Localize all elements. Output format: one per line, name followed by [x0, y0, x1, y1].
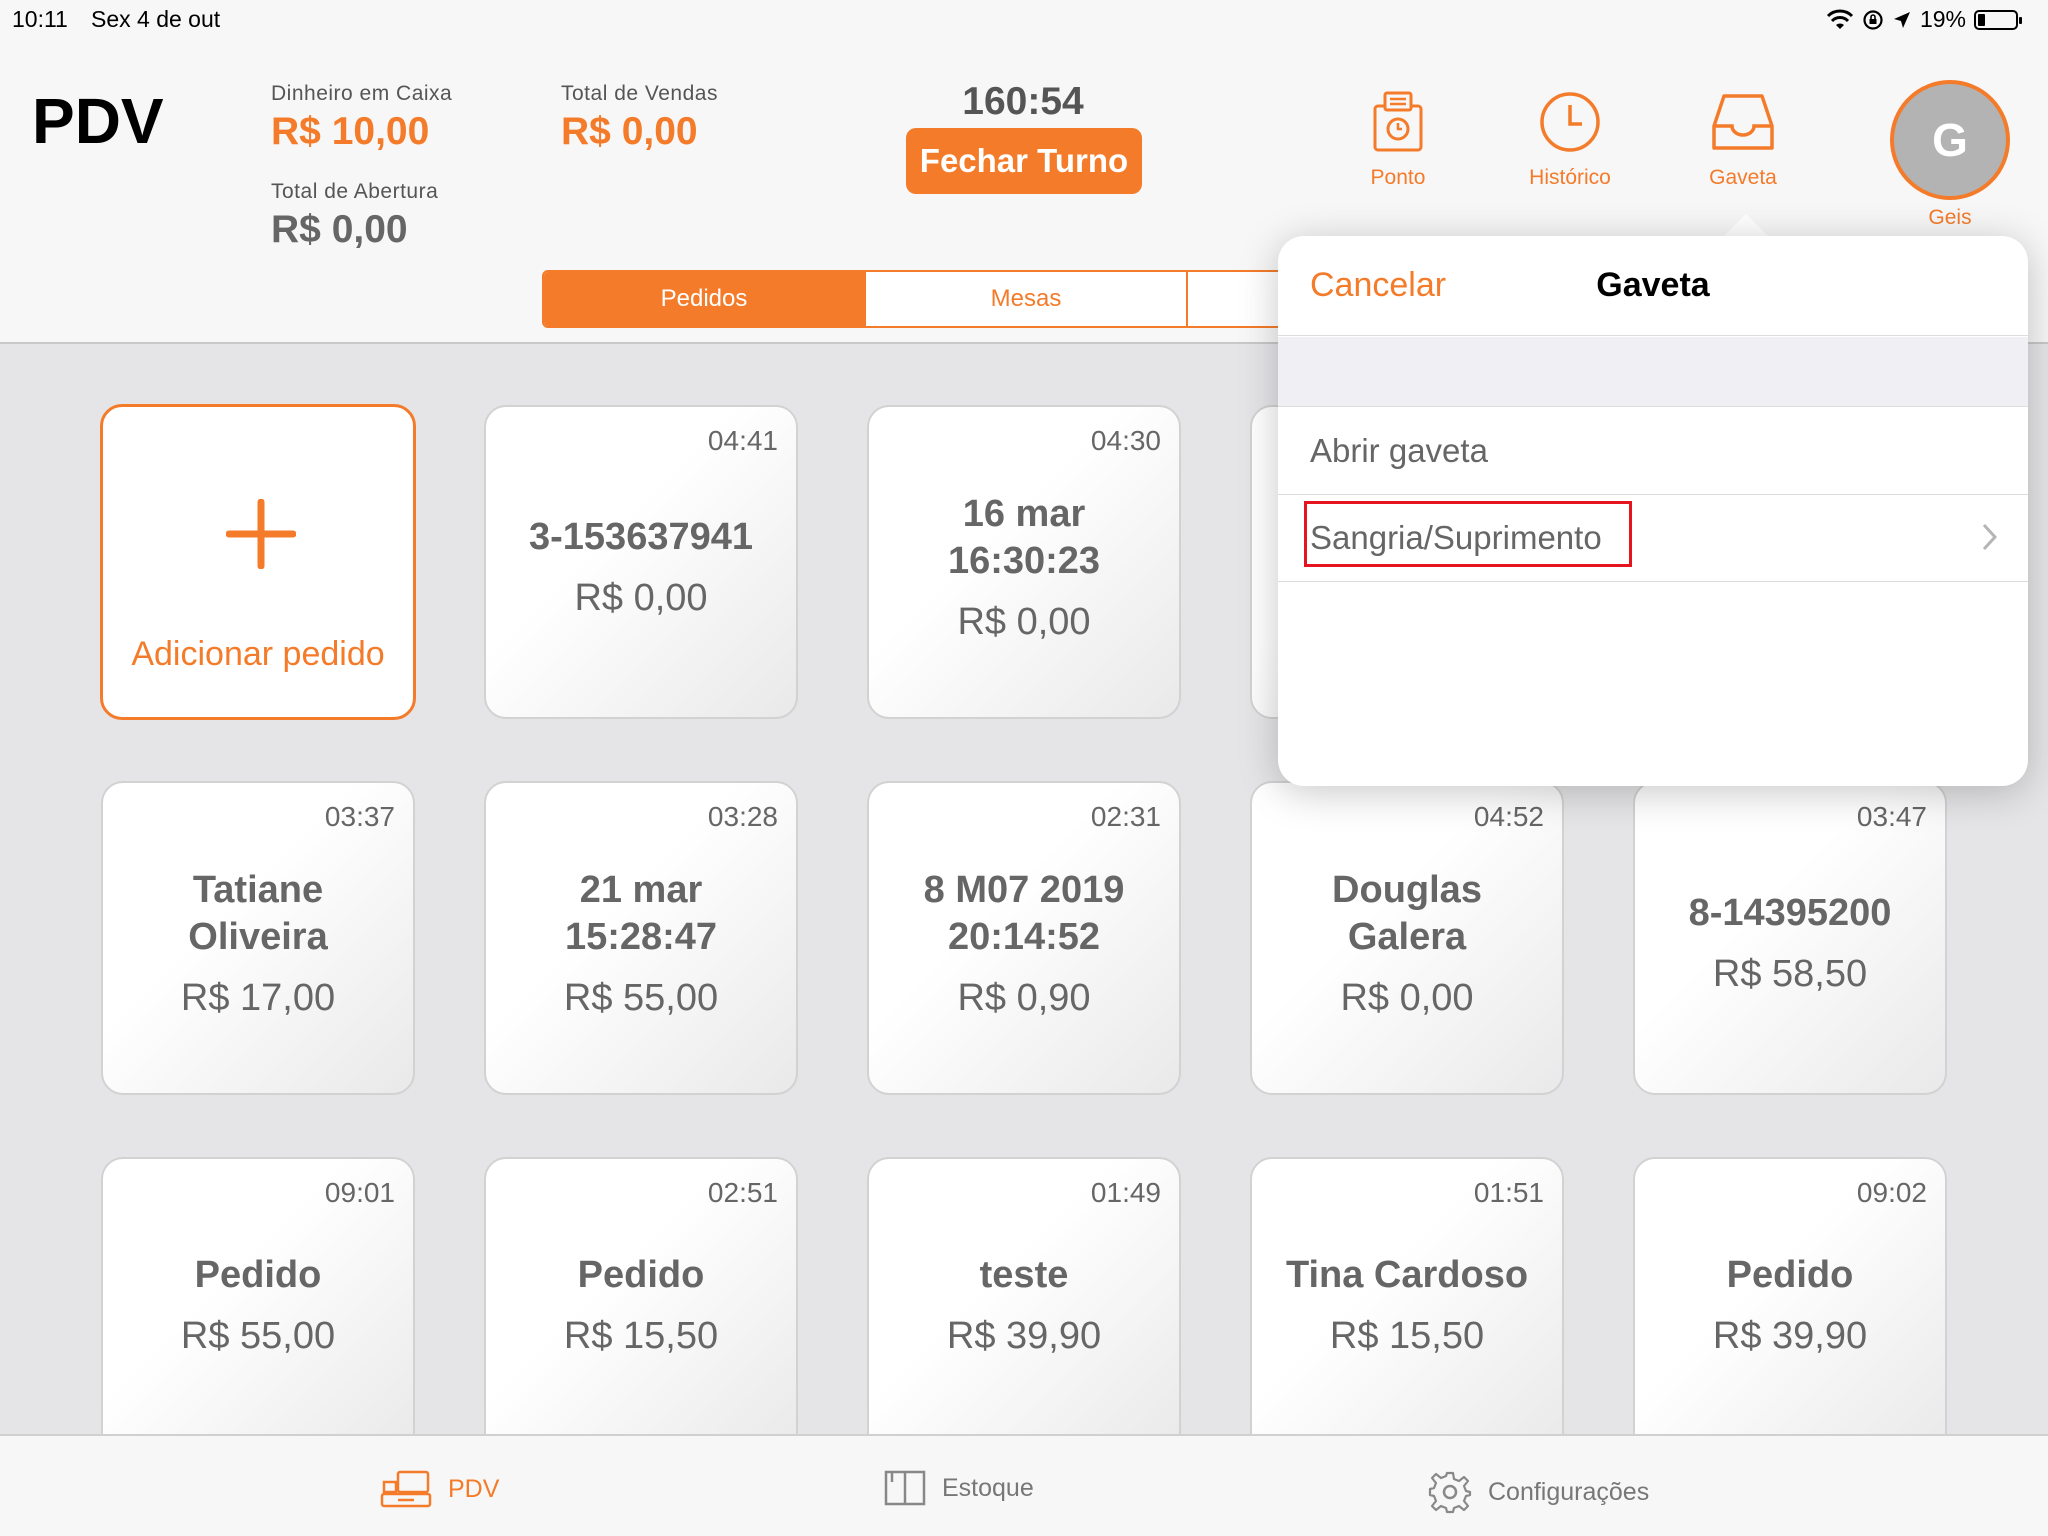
- order-card[interactable]: 09:02 Pedido R$ 39,90: [1633, 1157, 1947, 1457]
- order-card[interactable]: 04:52 Douglas Galera R$ 0,00: [1250, 781, 1564, 1095]
- cash-movement-row[interactable]: Sangria/Suprimento: [1278, 495, 2028, 582]
- timeclock-label: Ponto: [1370, 166, 1426, 189]
- tab-settings-label: Configurações: [1488, 1477, 1650, 1506]
- timeclock-button[interactable]: Ponto: [1318, 90, 1478, 190]
- avatar[interactable]: G: [1890, 80, 2010, 200]
- order-price: R$ 0,00: [957, 600, 1091, 643]
- opening-label: Total de Abertura: [271, 180, 439, 203]
- highlight-box: [1304, 501, 1632, 567]
- drawer-popover: Gaveta Cancelar Abrir gaveta Sangria/Sup…: [1278, 236, 2028, 786]
- order-name: Pedido: [194, 1254, 322, 1296]
- order-price: R$ 58,50: [1712, 953, 1868, 995]
- order-name: 8 M07 2019 20:14:52: [923, 868, 1125, 958]
- add-order-label: Adicionar pedido: [131, 635, 385, 673]
- add-order-card[interactable]: Adicionar pedido: [100, 404, 416, 720]
- status-date: Sex 4 de out: [91, 6, 221, 32]
- rotation-lock-icon: [1863, 9, 1883, 30]
- popover-section-gap: [1278, 337, 2028, 407]
- chevron-right-icon: [1982, 523, 1998, 551]
- tab-orders[interactable]: Pedidos: [544, 272, 866, 326]
- order-card[interactable]: 09:01 Pedido R$ 55,00: [101, 1157, 415, 1457]
- order-name: 8-14395200: [1688, 892, 1892, 934]
- order-price: R$ 55,00: [563, 976, 719, 1019]
- open-drawer-label: Abrir gaveta: [1310, 432, 1488, 469]
- popover-arrow: [1722, 214, 1770, 238]
- tab-bar: PDV Estoque Configurações: [0, 1434, 2048, 1536]
- tab-pdv-label: PDV: [448, 1474, 500, 1503]
- history-button[interactable]: Histórico: [1490, 90, 1650, 190]
- battery-percent: 19%: [1919, 6, 1966, 32]
- clock-icon: [1540, 92, 1600, 152]
- order-price: R$ 39,90: [1712, 1315, 1868, 1357]
- stock-icon: [884, 1470, 926, 1506]
- order-price: R$ 15,50: [1329, 1315, 1485, 1357]
- wifi-icon: [1826, 9, 1854, 29]
- order-price: R$ 0,00: [574, 577, 708, 619]
- order-card[interactable]: 02:31 8 M07 2019 20:14:52 R$ 0,90: [867, 781, 1181, 1095]
- cancel-button[interactable]: Cancelar: [1310, 266, 1446, 305]
- order-price: R$ 39,90: [946, 1315, 1102, 1357]
- order-price: R$ 55,00: [180, 1315, 336, 1357]
- opening-value: R$ 0,00: [271, 208, 408, 251]
- order-card[interactable]: 02:51 Pedido R$ 15,50: [484, 1157, 798, 1457]
- popover-header: Gaveta Cancelar: [1278, 236, 2028, 336]
- order-name: 16 mar 16:30:23: [947, 492, 1101, 582]
- page-title: PDV: [32, 85, 164, 157]
- order-card[interactable]: 04:30 16 mar 16:30:23 R$ 0,00: [867, 405, 1181, 719]
- tab-stock[interactable]: Estoque: [884, 1470, 1034, 1506]
- order-price: R$ 15,50: [563, 1315, 719, 1357]
- tab-settings[interactable]: Configurações: [1428, 1470, 1649, 1514]
- status-time: 10:11: [12, 6, 68, 32]
- order-card[interactable]: 01:51 Tina Cardoso R$ 15,50: [1250, 1157, 1564, 1457]
- history-label: Histórico: [1529, 166, 1611, 189]
- gear-icon: [1428, 1471, 1472, 1514]
- order-price: R$ 17,00: [180, 976, 336, 1019]
- drawer-label: Gaveta: [1709, 166, 1777, 189]
- battery-icon: [1974, 9, 2022, 30]
- order-name: 21 mar 15:28:47: [564, 868, 718, 958]
- tab-pdv[interactable]: PDV: [380, 1470, 499, 1508]
- order-name: Pedido: [1726, 1254, 1854, 1296]
- register-icon: [380, 1470, 432, 1508]
- order-price: R$ 0,90: [957, 976, 1091, 1019]
- cash-value: R$ 10,00: [271, 110, 430, 153]
- order-card[interactable]: 03:28 21 mar 15:28:47 R$ 55,00: [484, 781, 798, 1095]
- order-card[interactable]: 03:47 8-14395200 R$ 58,50: [1633, 781, 1947, 1095]
- order-card[interactable]: 04:41 3-153637941 R$ 0,00: [484, 405, 798, 719]
- tab-stock-label: Estoque: [942, 1473, 1034, 1502]
- location-icon: [1893, 11, 1910, 28]
- status-indicators: 19%: [1826, 6, 2022, 33]
- tab-tables[interactable]: Mesas: [866, 272, 1188, 326]
- order-name: Douglas Galera: [1332, 868, 1482, 958]
- shift-timer: 160:54: [962, 80, 1084, 123]
- plus-icon: [226, 499, 296, 569]
- sales-value: R$ 0,00: [561, 110, 698, 153]
- cash-label: Dinheiro em Caixa: [271, 82, 453, 105]
- status-bar: 10:11 Sex 4 de out 19%: [0, 0, 2048, 40]
- timeclock-icon: [1373, 91, 1423, 152]
- close-shift-button[interactable]: Fechar Turno: [906, 128, 1142, 194]
- sales-label: Total de Vendas: [561, 82, 718, 105]
- order-name: teste: [979, 1254, 1069, 1296]
- drawer-icon: [1712, 94, 1774, 150]
- order-name: 3-153637941: [529, 516, 753, 558]
- open-drawer-row[interactable]: Abrir gaveta: [1278, 408, 2028, 495]
- order-card[interactable]: 01:49 teste R$ 39,90: [867, 1157, 1181, 1457]
- order-name: Tina Cardoso: [1285, 1254, 1529, 1296]
- order-price: R$ 0,00: [1340, 976, 1474, 1019]
- order-name: Pedido: [577, 1254, 705, 1296]
- order-card[interactable]: 03:37 Tatiane Oliveira R$ 17,00: [101, 781, 415, 1095]
- drawer-button[interactable]: Gaveta: [1663, 90, 1823, 190]
- user-name: Geis: [1928, 206, 1972, 229]
- order-name: Tatiane Oliveira: [188, 868, 328, 958]
